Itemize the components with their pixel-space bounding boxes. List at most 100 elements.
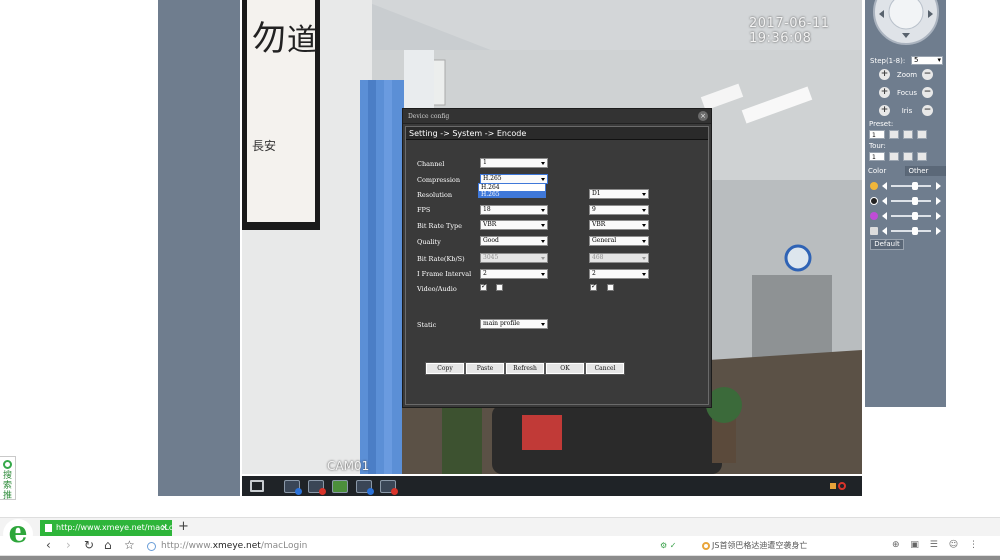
bit-rate-type-select[interactable]: VBR <box>480 220 548 230</box>
camera-label: CAM01 <box>327 459 370 473</box>
tab-other[interactable]: Other <box>905 166 946 176</box>
tour-input[interactable]: 1 <box>869 152 885 161</box>
tour-grid-icon[interactable] <box>917 152 927 161</box>
device-config-dialog: Device config × Setting -> System -> Enc… <box>402 108 712 408</box>
arrow-left-icon[interactable] <box>882 182 887 190</box>
paste-button[interactable]: Paste <box>465 362 505 375</box>
preset-add-icon[interactable] <box>903 130 913 139</box>
fps-select[interactable]: 18 <box>480 205 548 215</box>
arrow-left-icon[interactable] <box>882 227 887 235</box>
extra-fps-select[interactable]: 9 <box>589 205 649 215</box>
hue-slider[interactable] <box>870 226 942 236</box>
browser-tab[interactable]: http://www.xmeye.net/macLog × <box>40 520 172 536</box>
tour-stop-icon[interactable] <box>903 152 913 161</box>
address-tools-icon[interactable]: ⚙ ✓ <box>660 541 676 550</box>
arrow-left-icon[interactable] <box>882 212 887 220</box>
cancel-button[interactable]: Cancel <box>585 362 625 375</box>
side-search-widget[interactable]: 搜索推 <box>0 456 16 501</box>
side-widget-text: 搜索推 <box>2 471 12 501</box>
playback-icon[interactable] <box>332 479 348 493</box>
close-icon[interactable]: × <box>698 111 708 121</box>
tab-close-icon[interactable]: × <box>160 520 168 536</box>
compression-option[interactable]: H.264 <box>479 184 545 191</box>
ok-button[interactable]: OK <box>545 362 585 375</box>
slider-thumb[interactable] <box>912 227 918 235</box>
extra-i-frame-interval-select[interactable]: 2 <box>589 269 649 279</box>
iris-open-button[interactable]: + <box>879 105 890 116</box>
compression-option-selected[interactable]: H.265 <box>479 191 545 198</box>
iris-close-button[interactable]: − <box>922 105 933 116</box>
url-input[interactable]: http://www.xmeye.net/macLogin <box>143 538 656 554</box>
tab-color[interactable]: Color <box>865 166 906 176</box>
contrast-icon <box>870 197 878 205</box>
main-audio-checkbox[interactable] <box>496 284 503 291</box>
copy-button[interactable]: Copy <box>425 362 465 375</box>
talk-icon[interactable] <box>356 479 374 495</box>
step-select[interactable]: 5 <box>911 56 943 65</box>
search-input[interactable]: JS首领巴格达迪遭空袭身亡 <box>700 538 880 554</box>
extra-resolution-select[interactable]: D1 <box>589 189 649 199</box>
record-icon[interactable] <box>308 479 326 495</box>
preset-go-icon[interactable] <box>889 130 899 139</box>
static-profile-select[interactable]: main profile <box>480 319 548 329</box>
preset-delete-icon[interactable] <box>917 130 927 139</box>
compression-dropdown[interactable]: H.264 H.265 <box>478 183 546 198</box>
arrow-right-icon[interactable] <box>936 212 941 220</box>
close-video-icon[interactable] <box>380 479 398 495</box>
quality-select[interactable]: Good <box>480 236 548 246</box>
back-icon[interactable]: ‹ <box>46 538 51 552</box>
home-icon[interactable]: ⌂ <box>104 538 112 552</box>
focus-in-button[interactable]: + <box>879 87 890 98</box>
forward-icon[interactable]: › <box>66 538 71 552</box>
arrow-right-icon[interactable] <box>936 197 941 205</box>
new-tab-icon[interactable]: + <box>178 519 189 534</box>
i-frame-interval-select[interactable]: 2 <box>480 269 548 279</box>
search-widget-icon <box>3 460 12 469</box>
arrow-left-icon[interactable] <box>882 197 887 205</box>
focus-control: + Focus − <box>879 87 935 99</box>
snapshot-icon[interactable] <box>284 479 302 495</box>
channel-label: Channel <box>417 160 445 168</box>
screen: 搜索推 勿 道 長安 2017-06-11 19:36:08 CAM01 Ste… <box>0 0 1000 560</box>
tour-play-icon[interactable] <box>889 152 899 161</box>
reload-icon[interactable]: ↻ <box>84 538 94 552</box>
dialog-body: Setting -> System -> Encode Channel 1 Co… <box>405 126 709 405</box>
slider-thumb[interactable] <box>912 212 918 220</box>
extra-video-checkbox[interactable] <box>590 282 597 291</box>
svg-text:勿: 勿 <box>252 19 286 59</box>
arrow-right-icon[interactable] <box>936 182 941 190</box>
preset-input[interactable]: 1 <box>869 130 885 139</box>
favorite-star-icon[interactable]: ☆ <box>124 538 135 552</box>
fullscreen-icon[interactable] <box>250 480 264 492</box>
dialog-title: Device config <box>403 109 711 124</box>
saturation-slider[interactable] <box>870 211 942 221</box>
step-label: Step(1-8): <box>870 57 906 65</box>
slider-thumb[interactable] <box>912 197 918 205</box>
url-domain: xmeye.net <box>212 541 261 551</box>
slider-thumb[interactable] <box>912 182 918 190</box>
arrow-right-icon[interactable] <box>936 227 941 235</box>
bit-rate-label: Bit Rate(Kb/S) <box>417 255 465 263</box>
preset-label: Preset: <box>869 120 894 128</box>
mute-icon[interactable] <box>830 480 846 492</box>
refresh-button[interactable]: Refresh <box>505 362 545 375</box>
svg-text:長安: 長安 <box>252 138 276 153</box>
zoom-in-button[interactable]: + <box>879 69 890 80</box>
brightness-slider[interactable] <box>870 181 942 191</box>
status-strip <box>0 556 1000 560</box>
bit-rate-select: 3045 <box>480 253 548 263</box>
extra-bit-rate-select: 468 <box>589 253 649 263</box>
default-button[interactable]: Default <box>870 239 904 250</box>
zoom-out-button[interactable]: − <box>922 69 933 80</box>
ptz-direction-pad-icon[interactable] <box>871 0 941 48</box>
iris-control: + Iris − <box>879 105 935 117</box>
extra-bit-rate-type-select[interactable]: VBR <box>589 220 649 230</box>
extra-audio-checkbox[interactable] <box>607 284 614 291</box>
focus-out-button[interactable]: − <box>922 87 933 98</box>
channel-select[interactable]: 1 <box>480 158 548 168</box>
extra-quality-select[interactable]: General <box>589 236 649 246</box>
main-video-checkbox[interactable] <box>480 282 487 291</box>
contrast-slider[interactable] <box>870 196 942 206</box>
quality-label: Quality <box>417 238 441 246</box>
browser-tools-icon[interactable]: ⊕ ▣ ☰ ☺ ⋮ <box>892 540 982 550</box>
